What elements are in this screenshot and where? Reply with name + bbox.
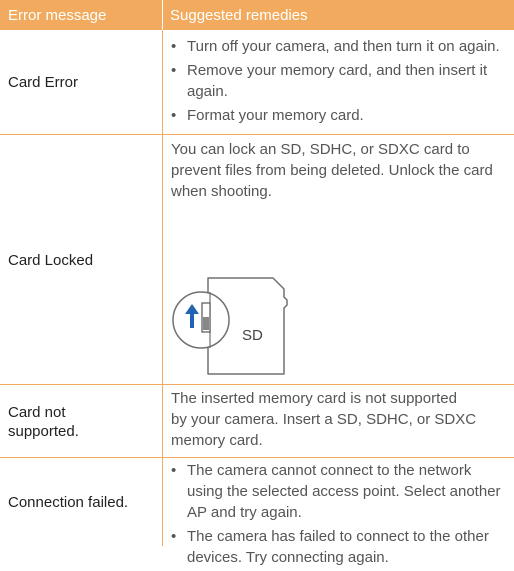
remedy-text: You can lock an SD, SDHC, or SDXC card t… [171, 139, 493, 202]
error-cell: Card not supported. [0, 385, 162, 458]
remedy-item: The camera cannot connect to the network… [171, 460, 511, 523]
table-header: Error message Suggested remedies [0, 0, 514, 30]
error-table: Error message Suggested remedies Card Er… [0, 0, 514, 566]
error-label: Connection failed. [8, 493, 129, 511]
remedy-item: Remove your memory card, and then insert… [171, 60, 511, 102]
header-suggested-remedies: Suggested remedies [170, 7, 308, 24]
sd-card-lock-illustration: SD [172, 277, 288, 375]
remedy-item: The camera has failed to connect to the … [171, 526, 511, 568]
lock-switch-tab [203, 317, 209, 330]
error-label: Card not supported. [8, 403, 79, 440]
error-label: Card Error [8, 74, 79, 91]
remedy-line: prevent files from being deleted. Unlock… [171, 162, 493, 179]
header-error-message: Error message [8, 7, 107, 24]
error-cell: Connection failed. [0, 458, 162, 546]
remedy-line: when shooting. [171, 183, 272, 200]
error-cell: Card Locked [0, 135, 162, 385]
remedy-line: You can lock an SD, SDHC, or SDXC card t… [171, 141, 470, 158]
table-row-connection-failed: Connection failed. The camera cannot con… [0, 458, 514, 566]
remedy-line: The inserted memory card is not supporte… [171, 390, 457, 407]
remedy-line: by your camera. Insert a SD, SDHC, or SD… [171, 411, 477, 428]
column-divider [162, 135, 163, 385]
remedy-list: The camera cannot connect to the network… [171, 460, 511, 571]
sd-card-label: SD [242, 327, 263, 344]
remedy-item: Turn off your camera, and then turn it o… [171, 36, 511, 57]
remedy-list: Turn off your camera, and then turn it o… [171, 36, 511, 129]
header-divider [162, 0, 163, 30]
column-divider [162, 385, 163, 458]
remedy-text: The inserted memory card is not supporte… [171, 388, 476, 451]
table-row-card-error: Card Error Turn off your camera, and the… [0, 30, 514, 135]
remedy-item: Format your memory card. [171, 105, 511, 126]
error-label: Card Locked [8, 251, 94, 269]
column-divider [162, 458, 163, 546]
error-cell: Card Error [0, 30, 162, 135]
table-row-card-not-supported: Card not supported. The inserted memory … [0, 385, 514, 458]
remedy-line: memory card. [171, 432, 263, 449]
column-divider [162, 30, 163, 135]
magnifier-circle [172, 291, 230, 349]
